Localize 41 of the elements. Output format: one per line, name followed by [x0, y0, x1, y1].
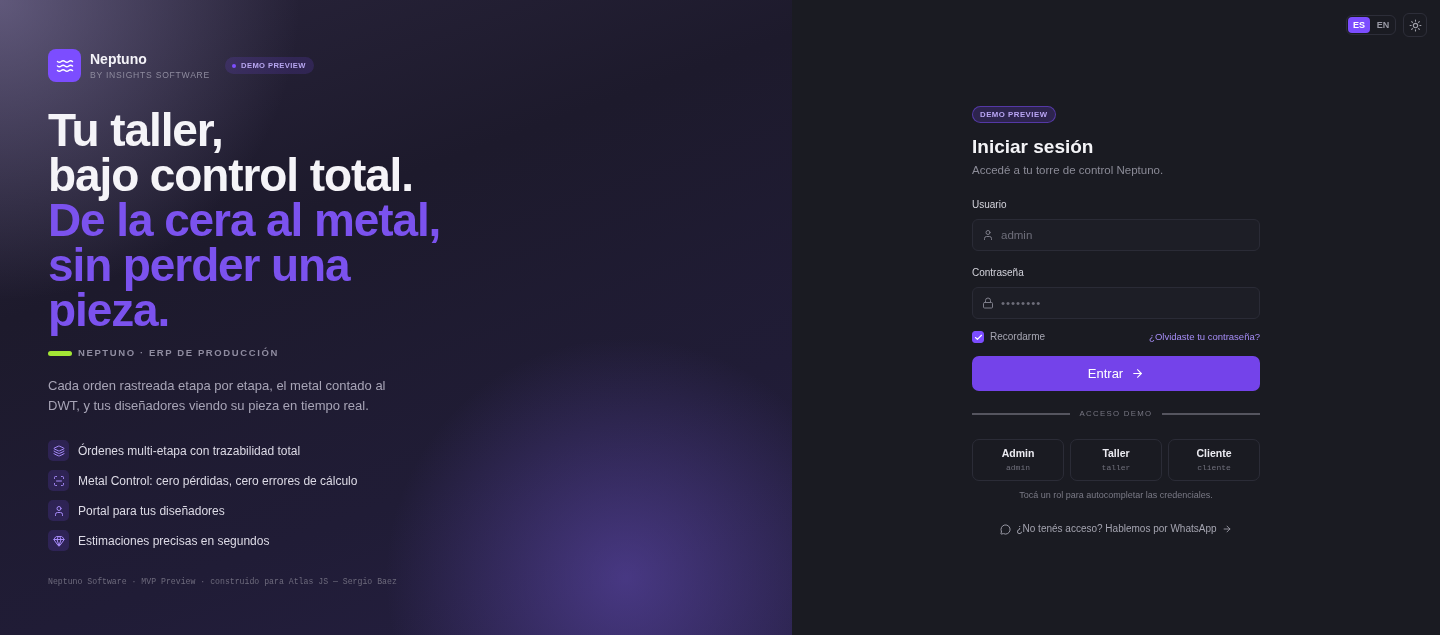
- remember-label: Recordarme: [990, 330, 1046, 344]
- layers-icon: [48, 440, 69, 461]
- feature-text: Metal Control: cero pérdidas, cero errores de cálculo: [78, 472, 358, 489]
- chat-bubble-icon: [1000, 523, 1012, 535]
- brand-name: Neptuno: [90, 50, 148, 68]
- brand-tagline: BY INSIGHTS SOFTWARE: [90, 69, 211, 81]
- arrow-right-icon: [1131, 367, 1145, 380]
- arrow-right-icon: [1221, 524, 1232, 534]
- login-title: Iniciar sesión: [972, 135, 1095, 159]
- password-field[interactable]: ••••••••: [972, 287, 1260, 319]
- role-card[interactable]: Taller taller: [1070, 439, 1162, 481]
- login-subtitle: Accedé a tu torre de control Neptuno.: [972, 163, 1165, 178]
- theme-toggle-button[interactable]: [1403, 13, 1427, 37]
- role-card[interactable]: Cliente cliente: [1168, 439, 1260, 481]
- feature-text: Órdenes multi-etapa con trazabilidad total: [78, 442, 301, 459]
- user-icon: [48, 500, 69, 521]
- password-label: Contraseña: [972, 266, 1024, 280]
- dot-icon: [232, 63, 237, 68]
- remember-checkbox[interactable]: [972, 331, 984, 343]
- contact-link[interactable]: ¿No tenés acceso? Hablemos por WhatsApp: [1000, 522, 1232, 536]
- language-tab[interactable]: EN: [1372, 17, 1394, 33]
- hint-text: Tocá un rol para autocompletar las credenciales.: [1019, 489, 1213, 501]
- sun-icon: [1408, 18, 1422, 32]
- hero-description: Cada orden rastreada etapa por etapa, el metal contado al DWT, y tus diseñadores viendo su pieza en tiempo real.: [48, 377, 387, 415]
- feature-text: Estimaciones precisas en segundos: [78, 532, 270, 549]
- feature-text: Portal para tus diseñadores: [78, 502, 225, 519]
- footer-credits: Neptuno Software · MVP Preview · construido para Atlas JS — Sergio Baez: [48, 576, 397, 588]
- accent-bar-icon: [48, 350, 72, 356]
- username-field[interactable]: admin: [972, 219, 1260, 251]
- role-card[interactable]: Admin admin: [972, 439, 1064, 481]
- forgot-password-link[interactable]: ¿Olvidaste tu contraseña?: [1149, 330, 1260, 344]
- submit-button[interactable]: Entrar: [972, 356, 1260, 391]
- language-tab[interactable]: ES: [1348, 17, 1370, 33]
- scan-icon: [48, 470, 69, 491]
- username-label: Usuario: [972, 198, 1007, 212]
- eyebrow-text: NEPTUNO · ERP DE PRODUCCIÓN: [78, 347, 279, 359]
- lock-icon: [982, 297, 994, 309]
- gem-icon: [48, 530, 69, 551]
- waves-icon: [48, 49, 81, 82]
- user-icon: [982, 229, 994, 241]
- check-icon: [973, 332, 983, 342]
